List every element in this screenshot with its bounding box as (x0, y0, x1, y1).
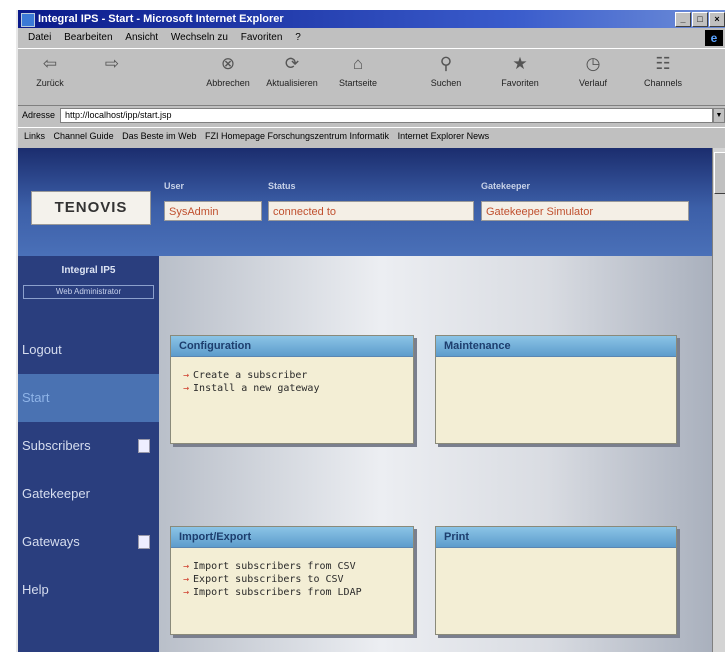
search-button[interactable]: ⚲ Suchen (416, 53, 476, 88)
minimize-button[interactable]: _ (675, 12, 691, 27)
nav-logout[interactable]: Logout (18, 326, 159, 374)
history-button[interactable]: ◷ Verlauf (563, 53, 623, 88)
forward-button[interactable]: ⇨ (82, 53, 142, 78)
address-dropdown-icon[interactable]: ▼ (713, 108, 725, 123)
card-title: Configuration (171, 336, 413, 357)
print-card: Print (435, 526, 677, 635)
channels-button[interactable]: ☷ Channels (633, 53, 693, 88)
tenovis-logo: TENOVIS (31, 191, 151, 225)
arrow-icon: → (183, 561, 190, 572)
user-field: SysAdmin (164, 201, 262, 221)
export-csv-link[interactable]: → Export subscribers to CSV (183, 573, 413, 586)
maintenance-card: Maintenance (435, 335, 677, 444)
menu-favoriten[interactable]: Favoriten (241, 32, 283, 43)
close-button[interactable]: × (709, 12, 725, 27)
title-bar: Integral IPS - Start - Microsoft Interne… (18, 10, 725, 28)
link-channel-guide[interactable]: Channel Guide (54, 131, 114, 141)
scroll-thumb[interactable] (714, 152, 725, 194)
import-csv-link[interactable]: → Import subscribers from CSV (183, 560, 413, 573)
card-title: Import/Export (171, 527, 413, 548)
address-label: Adresse (22, 110, 56, 120)
menu-bearbeiten[interactable]: Bearbeiten (64, 32, 112, 43)
history-icon: ◷ (585, 54, 601, 73)
user-label: User (164, 181, 185, 191)
install-gateway-link[interactable]: → Install a new gateway (183, 382, 413, 395)
status-label: Status (268, 181, 296, 191)
arrow-icon: → (183, 574, 190, 585)
maximize-button[interactable]: □ (692, 12, 708, 27)
arrow-icon: → (183, 370, 190, 381)
menu-help[interactable]: ? (295, 32, 301, 43)
home-icon: ⌂ (352, 54, 364, 73)
favorites-icon: ★ (512, 54, 528, 73)
forward-arrow-icon: ⇨ (104, 54, 120, 73)
toolbar: ⇦ Zurück ⇨ ⊗ Abbrechen ⟳ Aktualisieren ⌂ Sta… (18, 48, 725, 106)
ie-app-icon (21, 13, 35, 27)
back-button[interactable]: ⇦ Zurück (20, 53, 80, 88)
channels-icon: ☷ (655, 54, 671, 73)
refresh-icon: ⟳ (284, 54, 300, 73)
import-ldap-link[interactable]: → Import subscribers from LDAP (183, 586, 413, 599)
stop-button[interactable]: ⊗ Abbrechen (198, 53, 258, 88)
links-label: Links (24, 131, 46, 141)
link-das-beste-im-web[interactable]: Das Beste im Web (122, 131, 196, 141)
main-panel: Configuration → Create a subscriber → Inst… (159, 256, 713, 652)
browser-window: Integral IPS - Start - Microsoft Interne… (16, 10, 725, 652)
arrow-icon: → (183, 383, 190, 394)
gatekeeper-field: Gatekeeper Simulator (481, 201, 689, 221)
address-input[interactable]: http://localhost/ipp/start.jsp (60, 108, 713, 123)
card-title: Print (436, 527, 676, 548)
menu-wechseln-zu[interactable]: Wechseln zu (171, 32, 228, 43)
refresh-button[interactable]: ⟳ Aktualisieren (262, 53, 322, 88)
status-field: connected to (268, 201, 474, 221)
stop-icon: ⊗ (220, 54, 236, 73)
links-bar: Links Channel Guide Das Beste im Web FZI… (18, 127, 725, 145)
home-button[interactable]: ⌂ Startseite (328, 53, 388, 88)
link-ie-news[interactable]: Internet Explorer News (398, 131, 490, 141)
submenu-icon (138, 439, 150, 453)
import-export-card: Import/Export → Import subscribers from C… (170, 526, 414, 635)
nav-gatekeeper[interactable]: Gatekeeper (18, 470, 159, 518)
menu-bar: Datei Bearbeiten Ansicht Wechseln zu Fav… (18, 29, 725, 47)
back-arrow-icon: ⇦ (42, 54, 58, 73)
sidebar-nav: Logout Start Subscribers Gatekeeper Gate… (18, 256, 159, 652)
arrow-icon: → (183, 587, 190, 598)
favorites-button[interactable]: ★ Favoriten (490, 53, 550, 88)
configuration-card: Configuration → Create a subscriber → Inst… (170, 335, 414, 444)
address-bar: Adresse http://localhost/ipp/start.jsp ▼ (18, 106, 725, 124)
nav-help[interactable]: Help (18, 566, 159, 614)
menu-datei[interactable]: Datei (28, 32, 51, 43)
ie-logo-icon: e (705, 30, 723, 46)
link-fzi-homepage[interactable]: FZI Homepage Forschungszentrum Informati… (205, 131, 389, 141)
nav-start[interactable]: Start (18, 374, 159, 422)
gatekeeper-label: Gatekeeper (481, 181, 531, 191)
menu-ansicht[interactable]: Ansicht (125, 32, 158, 43)
search-icon: ⚲ (439, 54, 453, 73)
card-title: Maintenance (436, 336, 676, 357)
submenu-icon (138, 535, 150, 549)
page-content: TENOVIS User SysAdmin Status connected t… (18, 148, 713, 652)
window-title: Integral IPS - Start - Microsoft Interne… (38, 13, 284, 25)
vertical-scrollbar[interactable] (712, 148, 725, 652)
create-subscriber-link[interactable]: → Create a subscriber (183, 369, 413, 382)
nav-subscribers[interactable]: Subscribers (18, 422, 159, 470)
nav-gateways[interactable]: Gateways (18, 518, 159, 566)
